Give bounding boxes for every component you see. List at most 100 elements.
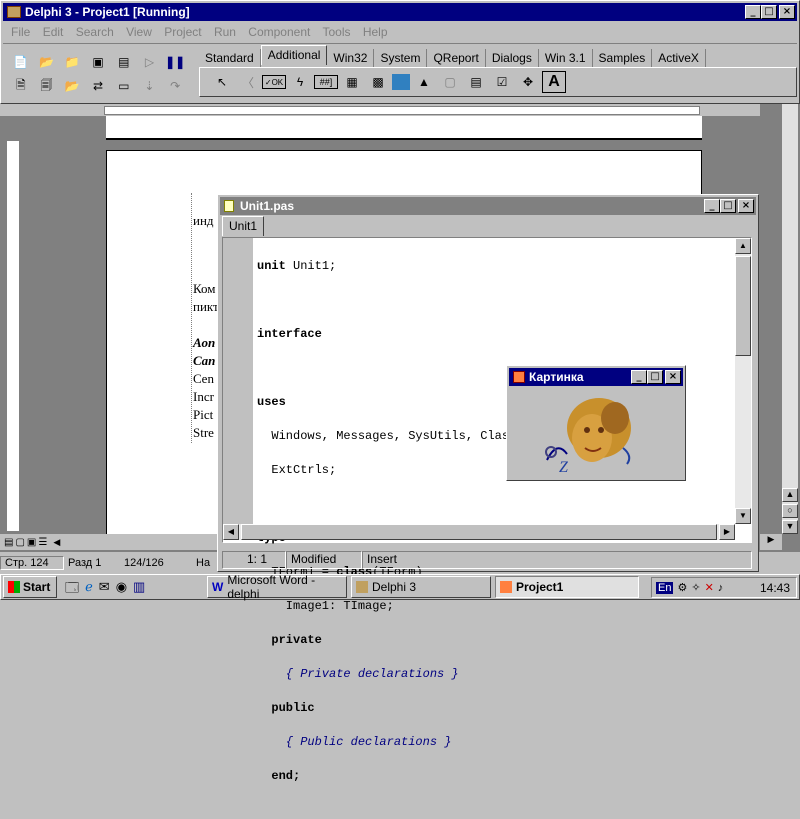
cursor-position: 1: 1 xyxy=(222,551,286,569)
clock: 14:43 xyxy=(759,580,790,595)
scroll-right-icon[interactable]: ▶ xyxy=(760,534,782,550)
scroll-thumb[interactable] xyxy=(735,256,751,356)
open-icon[interactable]: 📂 xyxy=(35,51,59,73)
new-icon[interactable]: 📄 xyxy=(9,51,33,73)
pause-icon[interactable]: ❚❚ xyxy=(163,51,187,73)
tab-system[interactable]: System xyxy=(374,49,428,67)
outlook-icon[interactable]: ✉ xyxy=(99,579,110,601)
stringgrid-icon[interactable]: ▦ xyxy=(340,71,364,93)
code-horizontal-scrollbar[interactable]: ◀ ▶ xyxy=(223,524,735,540)
normal-view-icon[interactable]: ▤ xyxy=(4,537,13,548)
drawgrid-icon[interactable]: ▩ xyxy=(366,71,390,93)
app-icon[interactable]: ▥ xyxy=(133,579,145,601)
tray-icon-1[interactable]: ⚙ xyxy=(677,581,687,594)
next-page-icon[interactable]: ▼ xyxy=(782,520,798,534)
scroll-up-icon[interactable]: ▲ xyxy=(735,238,751,254)
browser-icon[interactable]: ℯ xyxy=(85,579,93,601)
tray-icon-3[interactable]: ✕ xyxy=(705,581,714,594)
menu-project[interactable]: Project xyxy=(164,25,201,39)
start-button[interactable]: Start xyxy=(3,576,57,598)
language-indicator[interactable]: En xyxy=(656,581,674,594)
volume-icon[interactable]: ♪ xyxy=(718,582,724,594)
menu-component[interactable]: Component xyxy=(248,25,310,39)
picture-form-titlebar[interactable]: Картинка _ □ × xyxy=(509,368,683,386)
maximize-button[interactable]: □ xyxy=(647,370,663,384)
svg-text:Z: Z xyxy=(559,459,569,476)
menu-tools[interactable]: Tools xyxy=(322,25,350,39)
add-file-icon[interactable]: 📂 xyxy=(60,75,84,97)
scroll-left-icon[interactable]: ◀ xyxy=(223,524,239,540)
trace-into-icon[interactable]: ⇣ xyxy=(138,75,162,97)
minimize-button[interactable]: _ xyxy=(745,5,761,19)
status-extra: На xyxy=(196,557,211,569)
task-word[interactable]: W Microsoft Word - delphi xyxy=(207,573,347,601)
scroll-thumb[interactable] xyxy=(241,524,717,540)
menu-view[interactable]: View xyxy=(126,25,152,39)
desktop-icon[interactable]: 🗔 xyxy=(65,579,79,601)
delphi-titlebar[interactable]: Delphi 3 - Project1 [Running] _ □ × xyxy=(3,3,797,21)
word-vertical-scrollbar[interactable]: ▲ ○ ▼ xyxy=(782,104,798,534)
editor-titlebar[interactable]: Unit1.pas _ □ × xyxy=(220,197,756,215)
checklistbox-icon[interactable]: ☑ xyxy=(490,71,514,93)
tab-win31[interactable]: Win 3.1 xyxy=(539,49,593,67)
tray-icon-2[interactable]: ✧ xyxy=(691,581,700,594)
scroll-down-icon[interactable]: ▼ xyxy=(735,508,751,524)
menu-run[interactable]: Run xyxy=(214,25,236,39)
bevel-icon[interactable]: ▢ xyxy=(438,71,462,93)
task-project1[interactable]: Project1 xyxy=(495,576,639,598)
editor-title: Unit1.pas xyxy=(240,199,295,213)
minimize-button[interactable]: _ xyxy=(631,370,647,384)
tab-win32[interactable]: Win32 xyxy=(327,49,375,67)
close-button[interactable]: × xyxy=(665,370,681,384)
layout-view-icon[interactable]: ▢ xyxy=(15,537,24,548)
menu-help[interactable]: Help xyxy=(363,25,388,39)
tab-standard[interactable]: Standard xyxy=(199,49,261,67)
tab-additional[interactable]: Additional xyxy=(260,45,328,65)
view-unit-icon[interactable]: ▣ xyxy=(86,51,110,73)
menu-search[interactable]: Search xyxy=(76,25,114,39)
save-all-icon[interactable]: 🗐 xyxy=(35,75,59,97)
new-form-icon[interactable]: ▭ xyxy=(112,75,136,97)
pointer-icon[interactable]: ↖ xyxy=(210,71,234,93)
image-icon[interactable] xyxy=(392,74,410,90)
menu-file[interactable]: File xyxy=(11,25,30,39)
close-button[interactable]: × xyxy=(779,5,795,19)
view-form-icon[interactable]: ▤ xyxy=(112,51,136,73)
doc-snippet: инд xyxy=(193,213,214,228)
tab-dialogs[interactable]: Dialogs xyxy=(486,49,539,67)
tab-unit1[interactable]: Unit1 xyxy=(222,216,265,236)
open-project-icon[interactable]: 📁 xyxy=(60,51,84,73)
save-icon[interactable]: 🗎 xyxy=(9,75,33,97)
run-icon[interactable]: ▷ xyxy=(138,51,162,73)
statictext-icon[interactable]: A xyxy=(542,71,566,93)
step-over-icon[interactable]: ↷ xyxy=(163,75,187,97)
select-browse-icon[interactable]: ○ xyxy=(782,504,798,518)
channels-icon[interactable]: ◉ xyxy=(116,579,127,601)
scroll-left-icon[interactable]: ◀ xyxy=(53,537,60,548)
tab-samples[interactable]: Samples xyxy=(593,49,653,67)
menu-edit[interactable]: Edit xyxy=(43,25,64,39)
maskedit-icon[interactable]: ##] xyxy=(314,75,338,89)
splitter-icon[interactable]: ✥ xyxy=(516,71,540,93)
scroll-right-icon[interactable]: ▶ xyxy=(719,524,735,540)
bitbtn-icon[interactable]: ✓OK xyxy=(262,75,286,89)
speedbutton-icon[interactable]: ϟ xyxy=(288,71,312,93)
tab-qreport[interactable]: QReport xyxy=(427,49,486,67)
outline-view-icon[interactable]: ☰ xyxy=(38,537,47,548)
maximize-button[interactable]: □ xyxy=(761,5,777,19)
minimize-button[interactable]: _ xyxy=(704,199,720,213)
status-pages: 124/126 xyxy=(124,557,164,569)
doc-snippet: пикт xyxy=(193,299,219,314)
maximize-button[interactable]: □ xyxy=(720,199,736,213)
scroll-left-icon[interactable]: 〈 xyxy=(236,71,260,93)
prev-page-icon[interactable]: ▲ xyxy=(782,488,798,502)
delphi-task-icon xyxy=(356,581,368,593)
task-delphi[interactable]: Delphi 3 xyxy=(351,576,491,598)
toggle-form-unit-icon[interactable]: ⇄ xyxy=(86,75,110,97)
tab-activex[interactable]: ActiveX xyxy=(652,49,706,67)
code-vertical-scrollbar[interactable]: ▲ ▼ xyxy=(735,238,751,524)
scrollbox-icon[interactable]: ▤ xyxy=(464,71,488,93)
page-view-icon[interactable]: ▣ xyxy=(27,537,36,548)
shape-icon[interactable]: ▲ xyxy=(412,71,436,93)
close-button[interactable]: × xyxy=(738,199,754,213)
